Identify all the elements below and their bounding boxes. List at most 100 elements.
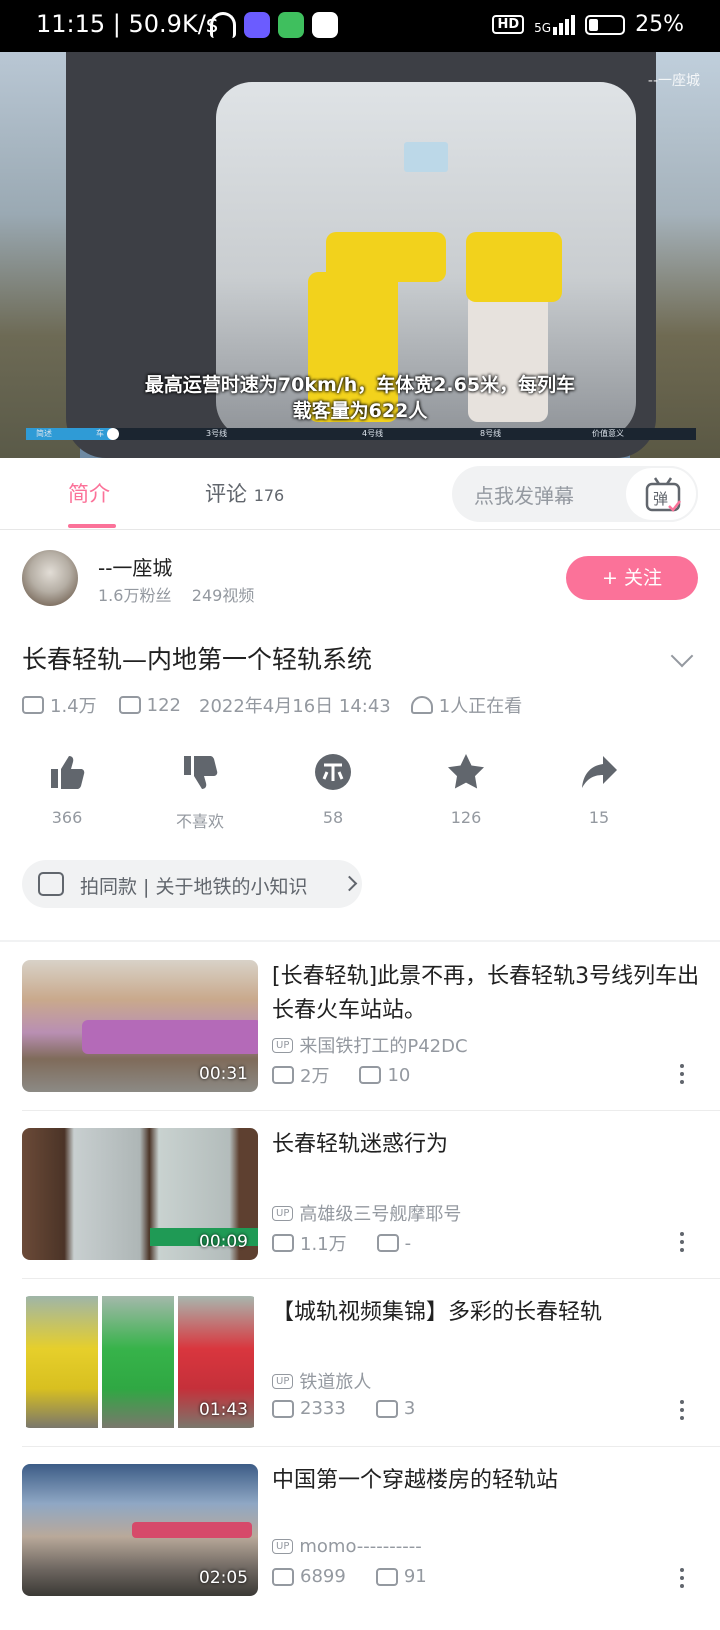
danmaku-count: 122: [146, 694, 181, 716]
chapter-label: 价值意义: [592, 429, 624, 438]
author-name[interactable]: --一座城: [98, 552, 172, 581]
more-options-icon[interactable]: [680, 1400, 684, 1422]
yellow-seat: [326, 232, 446, 282]
yellow-seat: [466, 232, 562, 302]
danmaku-count-icon: [375, 1567, 398, 1586]
list-separator: [22, 1278, 720, 1279]
favorite-button[interactable]: 126: [421, 752, 511, 827]
chevron-down-icon[interactable]: [670, 644, 694, 668]
rec-title[interactable]: 长春轻轨迷惑行为: [272, 1128, 702, 1162]
rec-stats: 6899 91: [272, 1566, 427, 1587]
video-thumbnail[interactable]: 00:31: [22, 960, 258, 1092]
star-icon: [448, 754, 484, 789]
danmaku-count-icon: [375, 1399, 398, 1418]
author-meta: 1.6万粉丝 249视频: [98, 582, 254, 606]
train-shape: [82, 1020, 258, 1054]
rec-danmaku: -: [404, 1232, 412, 1254]
like-button[interactable]: 366: [22, 752, 112, 827]
uploader-name: 来国铁打工的P42DC: [299, 1036, 468, 1057]
signal-icon: 5G: [534, 14, 576, 35]
up-badge-icon: UP: [272, 1539, 294, 1554]
share-button[interactable]: 15: [554, 752, 644, 827]
more-options-icon[interactable]: [680, 1568, 684, 1590]
video-duration: 02:05: [199, 1568, 248, 1588]
thumbs-down-icon: [184, 756, 218, 789]
follow-button[interactable]: + 关注: [566, 556, 698, 600]
tab-comments-count: 176: [253, 486, 285, 505]
danmaku-count-icon: [376, 1234, 399, 1252]
list-item[interactable]: 00:09 长春轻轨迷惑行为 UP 高雄级三号舰摩耶号 1.1万 -: [0, 1128, 720, 1294]
headphone-icon: [210, 12, 236, 38]
chevron-right-icon: [341, 875, 358, 892]
play-count-icon: [272, 1066, 294, 1084]
uploader-name: 铁道旅人: [299, 1372, 372, 1393]
tab-intro[interactable]: 简介: [68, 478, 110, 508]
rec-views: 2万: [300, 1066, 330, 1087]
status-right: HD 5G 25%: [492, 12, 684, 37]
info-screen: [404, 142, 448, 172]
chapter-label: 4号线: [362, 429, 384, 438]
rec-stats: 2万 10: [272, 1062, 410, 1088]
favorite-count: 126: [450, 808, 482, 827]
thumbs-up-icon: [51, 756, 85, 789]
rec-views: 2333: [300, 1398, 346, 1419]
subtitle-line: 最高运营时速为70km/h，车体宽2.65米，每列车: [144, 374, 576, 396]
link-app-icon: [312, 12, 338, 38]
list-item[interactable]: 02:05 中国第一个穿越楼房的轻轨站 UP momo---------- 689…: [0, 1464, 720, 1630]
hd-icon: HD: [492, 15, 525, 34]
chapter-label: 简述: [36, 429, 52, 438]
video-thumbnail[interactable]: 00:09: [22, 1128, 258, 1260]
section-divider: [0, 940, 720, 942]
danmaku-count-icon: [359, 1066, 382, 1084]
uploader-name: 高雄级三号舰摩耶号: [299, 1204, 462, 1225]
author-fans: 1.6万粉丝: [98, 586, 172, 605]
rec-uploader: UP 来国铁打工的P42DC: [272, 1032, 468, 1058]
status-bar: 11:15 | 50.9K/s HD 5G 25%: [0, 0, 720, 52]
progress-knob[interactable]: [107, 428, 120, 440]
train-shape: [132, 1522, 252, 1538]
video-player[interactable]: --一座城 最高运营时速为70km/h，车体宽2.65米，每列车 载客量为622…: [0, 52, 720, 458]
status-time: 11:15 | 50.9K/s: [36, 10, 219, 38]
svg-text:弹: 弹: [653, 490, 668, 508]
chapter-label: 车: [96, 429, 104, 438]
chapter-label: 8号线: [480, 429, 502, 438]
rec-views: 1.1万: [300, 1234, 347, 1255]
play-count-icon: [272, 1567, 294, 1586]
same-style-pill[interactable]: 拍同款 | 关于地铁的小知识: [22, 860, 362, 908]
more-options-icon[interactable]: [680, 1064, 684, 1086]
play-count-icon: [272, 1234, 294, 1252]
rec-title[interactable]: 中国第一个穿越楼房的轻轨站: [272, 1464, 702, 1498]
chapter-label: 3号线: [206, 429, 228, 438]
coin-button[interactable]: 58: [288, 752, 378, 827]
video-thumbnail[interactable]: 01:43: [22, 1296, 258, 1428]
share-count: 15: [588, 808, 610, 827]
rec-views: 6899: [300, 1566, 346, 1587]
danmaku-input[interactable]: 点我发弹幕 弹: [452, 466, 698, 522]
video-thumbnail[interactable]: 02:05: [22, 1464, 258, 1596]
viewers-icon: [410, 696, 433, 714]
video-stats: 1.4万 122 2022年4月16日 14:43 1人正在看: [22, 692, 522, 718]
like-count: 366: [51, 808, 83, 827]
wechat-icon: [278, 12, 304, 38]
tab-comments[interactable]: 评论 176: [205, 478, 284, 508]
video-duration: 00:31: [199, 1064, 248, 1084]
danmaku-count-icon: [118, 696, 141, 714]
video-duration: 00:09: [199, 1232, 248, 1252]
coin-count: 58: [322, 808, 344, 827]
list-separator: [22, 1446, 720, 1447]
rec-title[interactable]: 【城轨视频集锦】多彩的长春轻轨: [272, 1296, 702, 1330]
green-train: [102, 1296, 174, 1428]
publish-date: 2022年4月16日 14:43: [199, 696, 391, 717]
chapter-progress-bar[interactable]: 简述 车 3号线 4号线 8号线 价值意义: [26, 428, 696, 440]
rec-title[interactable]: [长春轻轨]此景不再，长春轻轨3号线列车出长春火车站站。: [272, 960, 702, 1028]
dislike-button[interactable]: 不喜欢: [155, 752, 245, 832]
list-item[interactable]: 01:43 【城轨视频集锦】多彩的长春轻轨 UP 铁道旅人 2333 3: [0, 1296, 720, 1462]
more-options-icon[interactable]: [680, 1232, 684, 1254]
play-count-icon: [272, 1399, 294, 1418]
avatar[interactable]: [22, 550, 78, 606]
author-videos: 249视频: [191, 586, 255, 605]
same-style-label: 拍同款 | 关于地铁的小知识: [80, 876, 308, 898]
danmaku-toggle-button[interactable]: 弹: [624, 466, 698, 522]
share-icon: [582, 756, 617, 788]
list-item[interactable]: 00:31 [长春轻轨]此景不再，长春轻轨3号线列车出长春火车站站。 UP 来国铁…: [0, 960, 720, 1126]
